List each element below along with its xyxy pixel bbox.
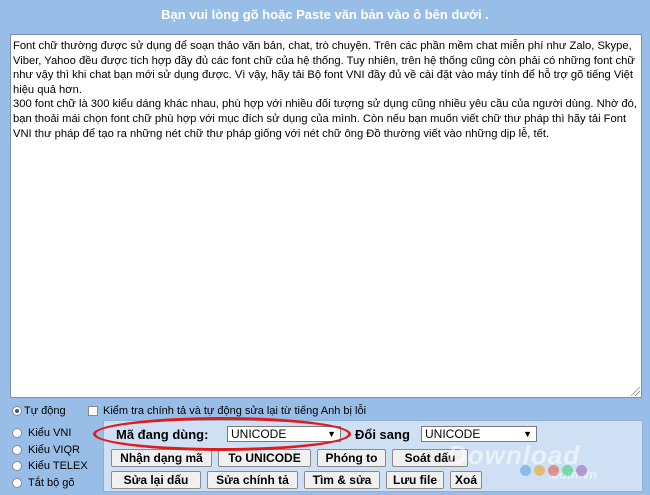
radio-icon[interactable] [12, 445, 22, 455]
dropdown-arrow-icon: ▼ [327, 429, 336, 439]
mode-vni[interactable]: Kiểu VNI [12, 427, 71, 439]
mode-auto[interactable]: Tự động [12, 405, 66, 417]
page-title: Bạn vui lòng gõ hoặc Paste văn bản vào ô… [161, 7, 489, 22]
target-encoding-value: UNICODE [425, 427, 481, 441]
mode-label: Kiểu TELEX [28, 460, 88, 472]
spellcheck-checkbox[interactable] [88, 406, 98, 416]
spellcheck-label: Kiểm tra chính tả và tự động sửa lại từ … [103, 405, 367, 417]
fix-accent-button[interactable]: Sửa lại dấu [111, 471, 201, 489]
text-editor-container [10, 34, 642, 398]
current-encoding-select[interactable]: UNICODE ▼ [227, 426, 341, 442]
delete-button[interactable]: Xoá [450, 471, 482, 489]
target-encoding-select[interactable]: UNICODE ▼ [421, 426, 537, 442]
save-file-button[interactable]: Lưu file [386, 471, 444, 489]
radio-icon[interactable] [12, 406, 22, 416]
mode-off[interactable]: Tắt bộ gõ [12, 477, 74, 489]
mode-label: Tự động [24, 405, 66, 417]
fix-spelling-button[interactable]: Sửa chính tả [207, 471, 298, 489]
mode-label: Tắt bộ gõ [28, 477, 75, 489]
detect-encoding-button[interactable]: Nhận dạng mã [111, 449, 212, 467]
resize-grip-icon[interactable] [631, 387, 640, 396]
radio-icon[interactable] [12, 478, 22, 488]
current-encoding-value: UNICODE [231, 427, 287, 441]
mode-label: Kiểu VIQR [28, 444, 80, 456]
to-unicode-button[interactable]: To UNICODE [218, 449, 311, 467]
spellcheck-option[interactable]: Kiểm tra chính tả và tự động sửa lại từ … [88, 405, 366, 417]
mode-viqr[interactable]: Kiểu VIQR [12, 444, 80, 456]
find-replace-button[interactable]: Tìm & sửa [304, 471, 380, 489]
radio-icon[interactable] [12, 428, 22, 438]
convert-to-label: Đổi sang [355, 427, 410, 442]
conversion-panel: Mã đang dùng: UNICODE ▼ Đổi sang UNICODE… [103, 420, 643, 492]
current-encoding-label: Mã đang dùng: [116, 427, 209, 442]
mode-label: Kiểu VNI [28, 427, 72, 439]
zoom-button[interactable]: Phóng to [317, 449, 386, 467]
radio-icon[interactable] [12, 461, 22, 471]
text-editor[interactable] [11, 35, 641, 397]
check-accent-button[interactable]: Soát dấu [392, 449, 468, 467]
mode-telex[interactable]: Kiểu TELEX [12, 460, 88, 472]
dropdown-arrow-icon: ▼ [523, 429, 532, 439]
